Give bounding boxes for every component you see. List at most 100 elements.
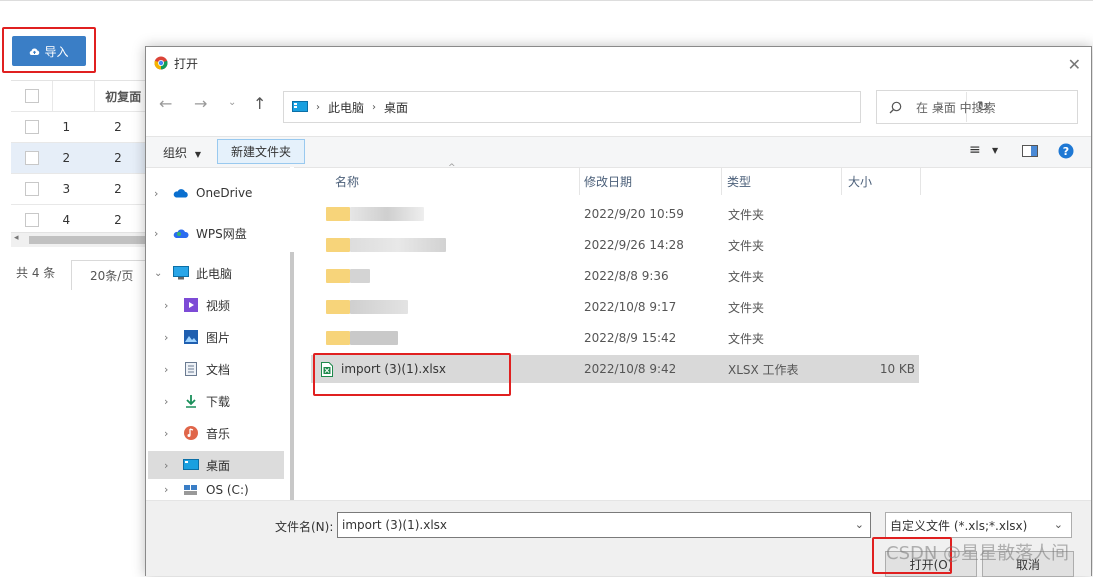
file-date: 2022/9/26 14:28 [584, 238, 684, 252]
file-date: 2022/10/8 9:17 [584, 300, 677, 314]
chevron-right-icon[interactable]: › [164, 483, 174, 496]
desktop-icon [292, 101, 308, 112]
filename-value: import (3)(1).xlsx [342, 518, 448, 532]
row-checkbox[interactable] [24, 120, 39, 134]
help-icon[interactable]: ? [1058, 143, 1074, 159]
scroll-left-arrow-icon[interactable]: ◂ [14, 233, 19, 243]
file-row[interactable]: 2022/10/8 9:17 文件夹 [311, 293, 919, 321]
back-arrow-icon[interactable]: ← [159, 94, 172, 113]
organize-menu[interactable]: 组织 ▼ [163, 144, 201, 161]
table-header-row: 初复面 [11, 81, 151, 112]
chrome-icon [154, 56, 168, 70]
svg-text:?: ? [1063, 145, 1069, 158]
chevron-right-icon[interactable]: › [164, 363, 174, 376]
dialog-titlebar: 打开 ✕ [146, 47, 1091, 79]
top-border [0, 0, 1093, 1]
folder-icon [326, 300, 350, 314]
breadcrumb-item[interactable]: 桌面 [384, 99, 408, 116]
file-type: 文件夹 [728, 207, 765, 222]
scrollbar-thumb[interactable] [290, 252, 294, 510]
file-date: 2022/8/8 9:36 [584, 269, 669, 283]
chevron-down-icon[interactable]: ⌄ [855, 518, 864, 531]
preview-pane-icon[interactable] [1022, 145, 1038, 157]
select-all-checkbox[interactable] [24, 89, 39, 103]
file-row[interactable]: 2022/8/8 9:36 文件夹 [311, 262, 919, 290]
column-divider[interactable] [721, 167, 722, 195]
sort-up-icon: ^ [448, 163, 456, 173]
nav-item-wps[interactable]: › WPS网盘 [146, 219, 286, 247]
column-divider[interactable] [841, 167, 842, 195]
nav-item-drive-c[interactable]: › OS (C:) [156, 483, 296, 501]
breadcrumb-separator-icon: › [372, 101, 377, 113]
nav-label: 图片 [206, 330, 231, 345]
address-bar[interactable]: › 此电脑 › 桌面 ⌄ ↻ [283, 91, 989, 123]
column-header-type[interactable]: 类型 [727, 167, 751, 195]
filename-input[interactable]: import (3)(1).xlsx ⌄ [337, 512, 871, 538]
blurred-folder-name [326, 238, 446, 252]
row-index: 2 [62, 151, 71, 165]
chevron-right-icon[interactable]: › [164, 395, 174, 408]
search-box[interactable]: 在 桌面 中搜索 [876, 90, 1078, 124]
file-row[interactable]: 2022/8/9 15:42 文件夹 [311, 324, 919, 352]
page-size-select[interactable]: 20条/页 [71, 260, 151, 290]
blurred-folder-name [326, 300, 408, 314]
chevron-right-icon[interactable]: › [164, 299, 174, 312]
table-horizontal-scrollbar[interactable]: ◂ [11, 232, 151, 247]
row-checkbox[interactable] [24, 182, 39, 196]
nav-item-music[interactable]: › 音乐 [156, 419, 296, 447]
caret-down-icon: ▼ [194, 150, 201, 159]
breadcrumb-separator-icon: › [316, 101, 320, 113]
dialog-toolbar: 组织 ▼ 新建文件夹 ≡ ▼ ? [146, 136, 1091, 168]
chevron-right-icon[interactable]: › [164, 331, 174, 344]
table-row[interactable]: 2 2 [11, 143, 151, 174]
file-list: ^ 名称 修改日期 类型 大小 2022/9/20 10:59 文件夹 2022… [303, 163, 1090, 500]
new-folder-button[interactable]: 新建文件夹 [217, 139, 305, 164]
column-header-size[interactable]: 大小 [848, 167, 872, 195]
row-checkbox[interactable] [24, 213, 39, 227]
column-divider[interactable] [579, 167, 580, 195]
watermark: CSDN @星星散落人间 [886, 543, 1070, 564]
up-arrow-icon[interactable]: ↑ [253, 94, 266, 113]
file-type-filter[interactable]: 自定义文件 (*.xls;*.xlsx) ⌄ [885, 512, 1072, 538]
download-icon [182, 394, 200, 408]
forward-arrow-icon[interactable]: → [194, 94, 207, 113]
nav-scrollbar[interactable] [290, 167, 294, 510]
file-row[interactable]: 2022/9/20 10:59 文件夹 [311, 200, 919, 228]
recent-dropdown-icon[interactable]: ⌄ [228, 97, 236, 108]
nav-item-videos[interactable]: › 视频 [156, 291, 296, 319]
chevron-right-icon[interactable]: › [164, 459, 174, 472]
column-header-name[interactable]: 名称 [335, 167, 359, 195]
nav-label: 此电脑 [196, 266, 233, 281]
nav-item-this-pc[interactable]: ⌄ 此电脑 [146, 259, 286, 287]
blurred-folder-name [326, 207, 424, 221]
scrollbar-thumb[interactable] [29, 236, 151, 244]
chevron-right-icon[interactable]: › [164, 427, 174, 440]
column-divider[interactable] [920, 167, 921, 195]
table-row[interactable]: 1 2 [11, 112, 151, 143]
file-row[interactable]: 2022/9/26 14:28 文件夹 [311, 231, 919, 259]
view-options-icon[interactable]: ≡ [969, 142, 981, 158]
folder-icon [326, 331, 350, 345]
nav-item-downloads[interactable]: › 下载 [156, 387, 296, 415]
chevron-right-icon[interactable]: › [154, 227, 164, 240]
chevron-down-icon[interactable]: ⌄ [1054, 518, 1063, 531]
navigation-pane: › OneDrive › WPS网盘 ⌄ 此电脑 › 视频 › 图片 › 文档 … [146, 167, 301, 500]
close-icon[interactable]: ✕ [1068, 55, 1081, 74]
caret-down-icon[interactable]: ▼ [992, 146, 998, 155]
chevron-right-icon[interactable]: › [154, 187, 164, 200]
file-size: 10 KB [879, 362, 915, 376]
row-index: 3 [62, 182, 71, 196]
nav-item-pictures[interactable]: › 图片 [156, 323, 296, 351]
nav-item-desktop[interactable]: › 桌面 [148, 451, 284, 479]
column-header-date[interactable]: 修改日期 [584, 167, 632, 195]
dialog-title: 打开 [174, 56, 199, 71]
drive-icon [182, 483, 200, 497]
table-row[interactable]: 3 2 [11, 174, 151, 205]
chevron-down-icon[interactable]: ⌄ [154, 268, 164, 279]
organize-label: 组织 [163, 146, 188, 160]
row-checkbox[interactable] [24, 151, 39, 165]
nav-item-documents[interactable]: › 文档 [156, 355, 296, 383]
nav-item-onedrive[interactable]: › OneDrive [146, 179, 286, 207]
breadcrumb-item[interactable]: 此电脑 [328, 99, 364, 116]
blurred-folder-name [326, 269, 370, 283]
